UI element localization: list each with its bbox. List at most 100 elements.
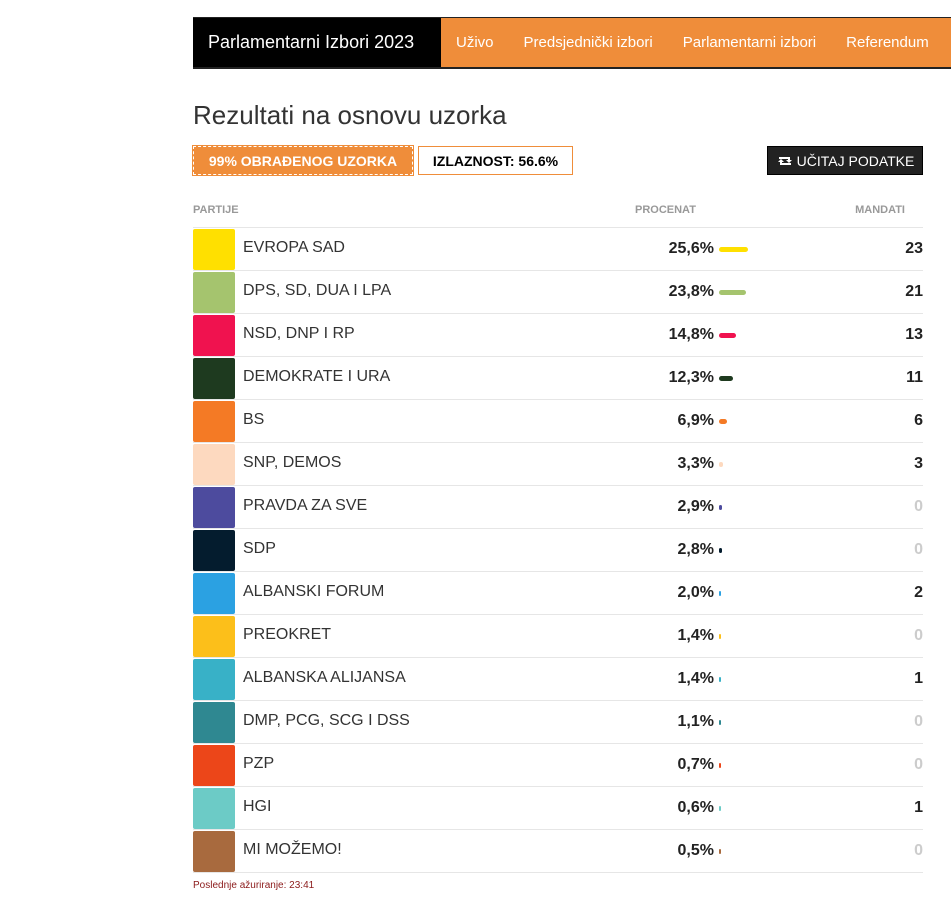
party-color-swatch: [193, 831, 235, 872]
nav-item-parliamentary[interactable]: Parlamentarni izbori: [668, 34, 831, 51]
party-percent: 2,8%: [677, 541, 714, 558]
load-data-label: UČITAJ PODATKE: [796, 152, 915, 169]
table-row: PRAVDA ZA SVE 2,9% 0: [193, 486, 923, 529]
party-name: BS: [243, 411, 265, 428]
top-navbar: Parlamentarni Izbori 2023 Uživo Predsjed…: [193, 17, 951, 69]
party-percent: 2,9%: [677, 498, 714, 515]
percent-bar: [719, 763, 721, 768]
nav-item-referendum[interactable]: Referendum: [831, 34, 944, 51]
party-percent: 0,6%: [677, 799, 714, 816]
party-name: HGI: [243, 798, 272, 815]
table-body: EVROPA SAD 25,6% 23 DPS, SD, DUA I LPA 23,8%…: [193, 228, 923, 873]
percent-bar: [719, 634, 721, 639]
party-percent: 25,6%: [668, 240, 714, 257]
brand-title[interactable]: Parlamentarni Izbori 2023: [193, 18, 441, 67]
party-seats: 0: [914, 498, 923, 515]
nav-menu: Uživo Predsjednički izbori Parlamentarni…: [441, 18, 951, 67]
party-percent: 12,3%: [668, 369, 714, 386]
percent-bar: [719, 849, 721, 854]
party-name: MI MOŽEMO!: [243, 841, 342, 858]
party-seats: 21: [905, 283, 923, 300]
party-name: ALBANSKA ALIJANSA: [243, 669, 406, 686]
load-data-button[interactable]: UČITAJ PODATKE: [767, 146, 923, 175]
last-updated: Poslednje ažuriranje: 23:41: [193, 880, 315, 891]
refresh-icon: [777, 156, 792, 165]
party-name: DEMOKRATE I URA: [243, 368, 391, 385]
table-row: DPS, SD, DUA I LPA 23,8% 21: [193, 271, 923, 314]
table-row: MI MOŽEMO! 0,5% 0: [193, 830, 923, 873]
party-color-swatch: [193, 487, 235, 528]
table-row: HGI 0,6% 1: [193, 787, 923, 830]
percent-bar: [719, 591, 721, 596]
percent-bar: [719, 333, 736, 338]
processed-sample-badge: 99% OBRAĐENOG UZORKA: [192, 145, 414, 176]
results-table: PARTIJE PROCENAT MANDATI EVROPA SAD 25,6%…: [193, 195, 923, 873]
party-seats: 3: [914, 455, 923, 472]
percent-bar: [719, 720, 721, 725]
table-row: DEMOKRATE I URA 12,3% 11: [193, 357, 923, 400]
percent-bar: [719, 290, 746, 295]
percent-bar: [719, 505, 722, 510]
turnout-badge: IZLAZNOST: 56.6%: [418, 146, 573, 175]
percent-bar: [719, 376, 733, 381]
percent-bar: [719, 806, 721, 811]
party-name: PZP: [243, 755, 275, 772]
party-color-swatch: [193, 659, 235, 700]
party-seats: 1: [914, 799, 923, 816]
party-percent: 2,0%: [677, 584, 714, 601]
percent-bar: [719, 677, 721, 682]
header-seats: MANDATI: [855, 204, 905, 216]
table-row: EVROPA SAD 25,6% 23: [193, 228, 923, 271]
party-seats: 0: [914, 541, 923, 558]
nav-item-live[interactable]: Uživo: [441, 34, 509, 51]
table-row: BS 6,9% 6: [193, 400, 923, 443]
party-color-swatch: [193, 358, 235, 399]
table-row: PREOKRET 1,4% 0: [193, 615, 923, 658]
party-color-swatch: [193, 229, 235, 270]
party-percent: 1,4%: [677, 627, 714, 644]
party-seats: 13: [905, 326, 923, 343]
party-seats: 0: [914, 627, 923, 644]
party-seats: 6: [914, 412, 923, 429]
party-color-swatch: [193, 702, 235, 743]
table-row: ALBANSKI FORUM 2,0% 2: [193, 572, 923, 615]
table-header: PARTIJE PROCENAT MANDATI: [193, 195, 923, 228]
party-color-swatch: [193, 788, 235, 829]
party-name: DMP, PCG, SCG I DSS: [243, 712, 410, 729]
party-seats: 0: [914, 713, 923, 730]
party-name: ALBANSKI FORUM: [243, 583, 385, 600]
party-seats: 0: [914, 756, 923, 773]
party-percent: 14,8%: [668, 326, 714, 343]
percent-bar: [719, 247, 748, 252]
party-color-swatch: [193, 530, 235, 571]
party-color-swatch: [193, 444, 235, 485]
party-percent: 6,9%: [677, 412, 714, 429]
nav-item-presidential[interactable]: Predsjednički izbori: [509, 34, 668, 51]
party-seats: 1: [914, 670, 923, 687]
party-percent: 23,8%: [668, 283, 714, 300]
percent-bar: [719, 462, 723, 467]
party-percent: 0,5%: [677, 842, 714, 859]
party-color-swatch: [193, 573, 235, 614]
table-row: SNP, DEMOS 3,3% 3: [193, 443, 923, 486]
party-name: SDP: [243, 540, 276, 557]
party-name: EVROPA SAD: [243, 239, 345, 256]
table-row: PZP 0,7% 0: [193, 744, 923, 787]
table-row: DMP, PCG, SCG I DSS 1,1% 0: [193, 701, 923, 744]
table-row: NSD, DNP I RP 14,8% 13: [193, 314, 923, 357]
party-color-swatch: [193, 745, 235, 786]
header-percent: PROCENAT: [635, 204, 696, 216]
party-seats: 23: [905, 240, 923, 257]
party-name: PRAVDA ZA SVE: [243, 497, 368, 514]
percent-bar: [719, 548, 722, 553]
party-seats: 0: [914, 842, 923, 859]
party-name: DPS, SD, DUA I LPA: [243, 282, 392, 299]
party-seats: 11: [906, 369, 923, 386]
party-name: NSD, DNP I RP: [243, 325, 355, 342]
table-row: ALBANSKA ALIJANSA 1,4% 1: [193, 658, 923, 701]
party-color-swatch: [193, 401, 235, 442]
header-party: PARTIJE: [193, 204, 239, 216]
party-color-swatch: [193, 272, 235, 313]
percent-bar: [719, 419, 727, 424]
page-title: Rezultati na osnovu uzorka: [193, 100, 507, 130]
